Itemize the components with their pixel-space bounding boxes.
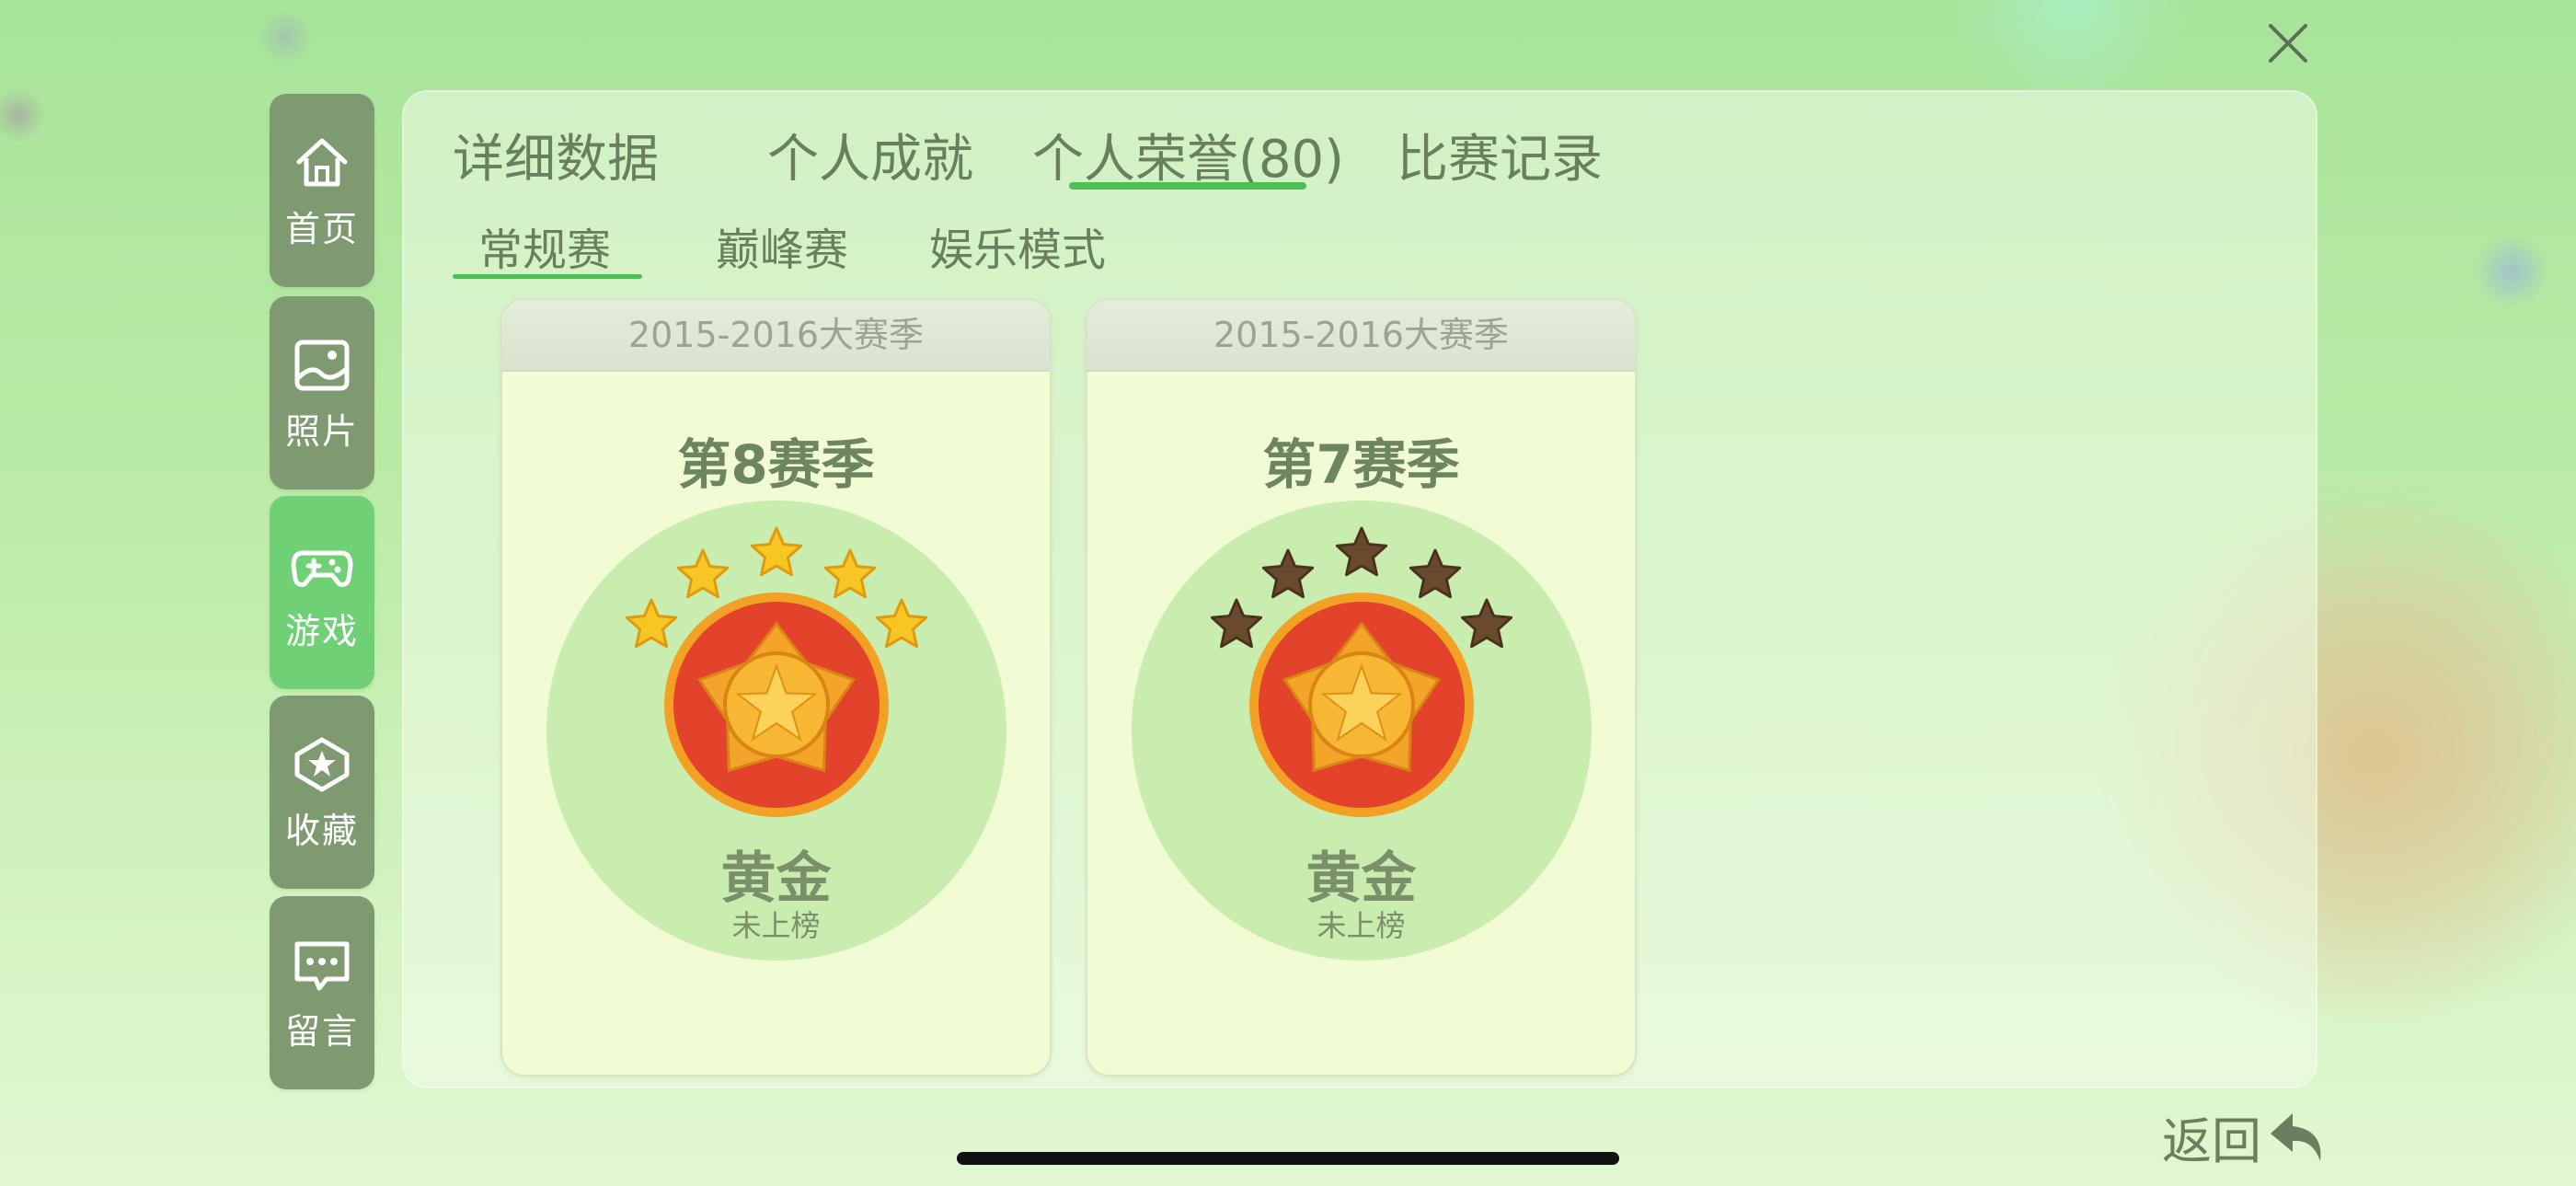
home-indicator (957, 1152, 1619, 1165)
back-arrow-icon (2271, 1113, 2321, 1161)
close-button[interactable] (2265, 20, 2311, 66)
photo-icon (294, 340, 350, 390)
rank-star-icon (823, 548, 877, 599)
rank-star-icon (1261, 548, 1315, 599)
back-label: 返回 (2162, 1111, 2261, 1170)
subtab-regular[interactable]: 常规赛 (478, 213, 611, 278)
sidebar-item-photos[interactable]: 照片 (270, 296, 374, 489)
sidebar-item-label: 照片 (284, 410, 359, 452)
rank-status: 未上榜 (1317, 908, 1406, 943)
season-title: 第7赛季 (1262, 433, 1460, 496)
sidebar-item-label: 游戏 (284, 610, 359, 651)
tab-achievements[interactable]: 个人成就 (767, 118, 973, 192)
sidebar-item-messages[interactable]: 留言 (270, 896, 374, 1089)
tab-honors[interactable]: 个人荣誉(80) (1032, 118, 1344, 192)
rank-star-icon (875, 598, 928, 649)
sidebar-item-label: 收藏 (284, 810, 359, 851)
sidebar-item-label: 留言 (284, 1010, 359, 1052)
tab-detail-data[interactable]: 详细数据 (453, 118, 659, 192)
rank-star-icon (1460, 598, 1513, 649)
season-title: 第8赛季 (677, 433, 875, 496)
rank-star-icon (1335, 526, 1388, 577)
sidebar-item-games[interactable]: 游戏 (270, 496, 374, 689)
season-card[interactable]: 2015-2016大赛季 第7赛季 黄金 未上榜 (1086, 298, 1637, 1077)
rank-star-icon (1210, 598, 1263, 649)
rank-star-icon (1409, 548, 1462, 599)
rank-star-icon (676, 548, 730, 599)
close-icon (2269, 24, 2307, 63)
home-icon (296, 138, 348, 186)
active-tab-indicator (1069, 182, 1306, 190)
gamepad-icon (291, 550, 353, 587)
star-badge-icon (294, 737, 350, 791)
rank-star-icon (750, 526, 803, 577)
sidebar-item-label: 首页 (284, 208, 359, 249)
subtab-entertainment[interactable]: 娱乐模式 (929, 213, 1106, 278)
back-button[interactable]: 返回 (2162, 1100, 2329, 1173)
card-season-header: 2015-2016大赛季 (502, 300, 1050, 372)
tab-match-records[interactable]: 比赛记录 (1397, 118, 1603, 192)
card-season-header: 2015-2016大赛季 (1087, 300, 1635, 372)
rank-status: 未上榜 (731, 908, 821, 943)
rank-title: 黄金 (1305, 846, 1417, 911)
sidebar-item-home[interactable]: 首页 (270, 94, 374, 287)
season-card[interactable]: 2015-2016大赛季 第8赛季 黄金 未上榜 (500, 298, 1052, 1077)
subtab-peak[interactable]: 巅峰赛 (716, 213, 848, 278)
active-subtab-indicator (453, 274, 642, 279)
rank-star-icon (625, 598, 678, 649)
message-icon (294, 941, 350, 990)
rank-title: 黄金 (720, 846, 832, 911)
sidebar-item-favorites[interactable]: 收藏 (270, 696, 374, 889)
